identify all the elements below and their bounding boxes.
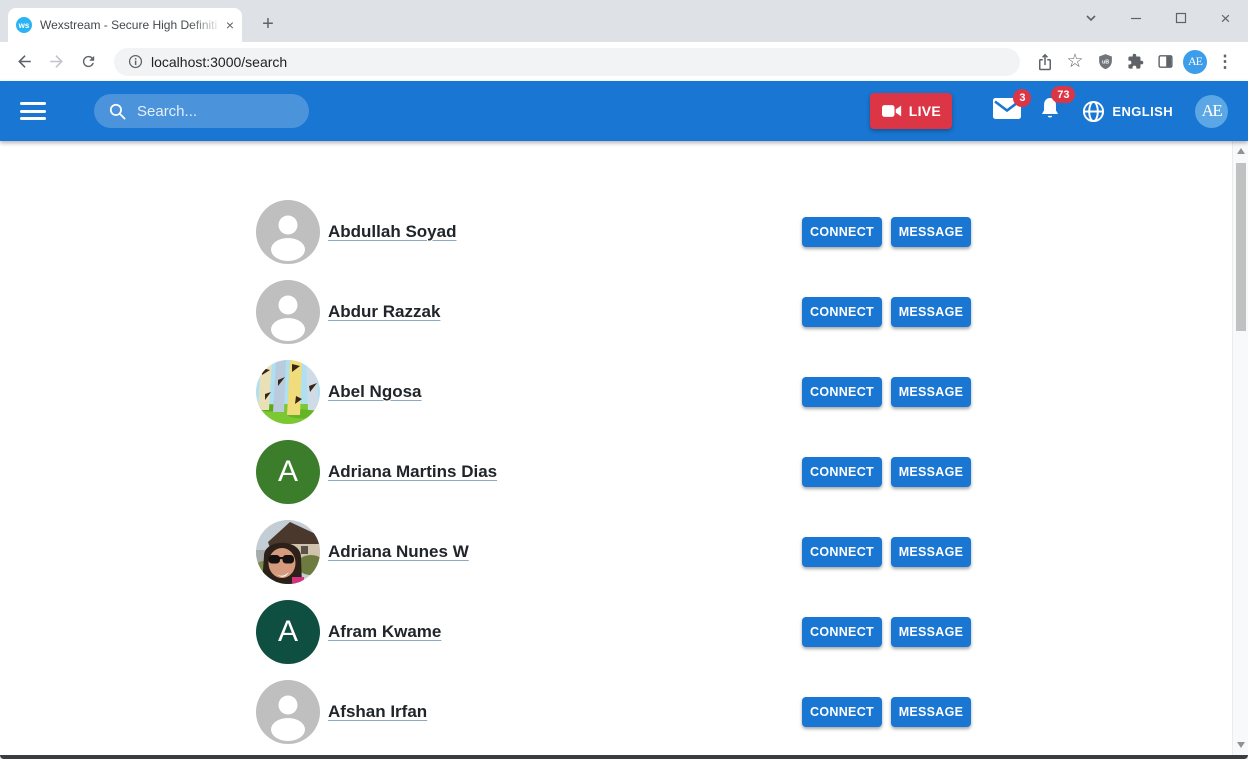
user-row: Abdur Razzak CONNECT MESSAGE	[256, 272, 971, 352]
message-button[interactable]: MESSAGE	[891, 297, 971, 327]
browser-window: ws Wexstream - Secure High Definiti × + …	[0, 0, 1248, 759]
browser-tab[interactable]: ws Wexstream - Secure High Definiti ×	[8, 8, 242, 42]
site-info-icon[interactable]	[128, 54, 143, 69]
app-header: LIVE 3 73 ENGLISH AE	[0, 81, 1248, 141]
user-row: Abel Ngosa CONNECT MESSAGE	[256, 352, 971, 432]
messages-button[interactable]: 3	[993, 89, 1032, 124]
user-name-link[interactable]: Abdullah Soyad	[328, 222, 456, 242]
tab-close-icon[interactable]: ×	[226, 18, 234, 32]
search-icon	[109, 103, 126, 119]
avatar-initial: A	[277, 455, 298, 488]
connect-button[interactable]: CONNECT	[802, 297, 882, 327]
tab-title: Wexstream - Secure High Definiti	[40, 18, 218, 32]
window-bottom-edge	[0, 755, 1248, 759]
user-avatar[interactable]	[256, 280, 320, 344]
user-name-link[interactable]: Abel Ngosa	[328, 382, 422, 402]
new-tab-button[interactable]: +	[254, 10, 282, 38]
user-avatar[interactable]	[256, 520, 320, 584]
message-button[interactable]: MESSAGE	[891, 377, 971, 407]
browser-menu-icon[interactable]: ⋮	[1210, 47, 1240, 77]
maximize-icon[interactable]	[1158, 0, 1203, 36]
default-person-avatar-icon	[256, 680, 320, 744]
globe-icon	[1083, 100, 1105, 122]
woman-sunglasses-avatar-photo	[256, 520, 320, 584]
scrollbar-thumb[interactable]	[1235, 163, 1246, 331]
connect-button[interactable]: CONNECT	[802, 377, 882, 407]
site-favicon: ws	[16, 17, 32, 33]
user-name-link[interactable]: Adriana Martins Dias	[328, 462, 497, 482]
minimize-icon[interactable]	[1113, 0, 1158, 36]
menu-hamburger-icon[interactable]	[20, 102, 46, 120]
user-row: Adriana Nunes W CONNECT MESSAGE	[256, 512, 971, 592]
avatar-initial: A	[277, 615, 298, 648]
user-menu-avatar[interactable]: AE	[1195, 94, 1228, 128]
browser-toolbar: localhost:3000/search ☆ uB AE ⋮	[0, 42, 1248, 81]
extensions-puzzle-icon[interactable]	[1120, 47, 1150, 77]
user-avatar[interactable]	[256, 360, 320, 424]
user-name-link[interactable]: Adriana Nunes W	[328, 542, 469, 562]
search-box[interactable]	[94, 94, 309, 128]
window-controls: ×	[1068, 0, 1248, 36]
mail-badge: 3	[1013, 89, 1032, 107]
browser-profile-avatar[interactable]: AE	[1180, 47, 1210, 77]
default-person-avatar-icon	[256, 200, 320, 264]
user-name-link[interactable]: Afshan Irfan	[328, 702, 427, 722]
close-window-icon[interactable]: ×	[1203, 0, 1248, 36]
user-avatar[interactable]	[256, 200, 320, 264]
message-button[interactable]: MESSAGE	[891, 697, 971, 727]
user-row: Abdullah Soyad CONNECT MESSAGE	[256, 192, 971, 272]
message-button[interactable]: MESSAGE	[891, 457, 971, 487]
user-avatar[interactable]: A	[256, 440, 320, 504]
user-name-link[interactable]: Abdur Razzak	[328, 302, 440, 322]
scroll-down-arrow[interactable]	[1233, 738, 1248, 752]
connect-button[interactable]: CONNECT	[802, 697, 882, 727]
tab-search-chevron-icon[interactable]	[1068, 0, 1113, 36]
default-person-avatar-icon	[256, 280, 320, 344]
url-text: localhost:3000/search	[151, 53, 288, 70]
live-button[interactable]: LIVE	[870, 93, 953, 129]
connect-button[interactable]: CONNECT	[802, 537, 882, 567]
video-camera-icon	[881, 105, 901, 117]
user-row: A Afram Kwame CONNECT MESSAGE	[256, 592, 971, 672]
live-label: LIVE	[908, 103, 942, 119]
connect-button[interactable]: CONNECT	[802, 617, 882, 647]
user-list: Abdullah Soyad CONNECT MESSAGE Abdur Raz…	[256, 192, 971, 752]
scrollbar[interactable]	[1232, 141, 1248, 755]
user-row: A Adriana Martins Dias CONNECT MESSAGE	[256, 432, 971, 512]
language-label: ENGLISH	[1112, 103, 1173, 119]
user-name-link[interactable]: Afram Kwame	[328, 622, 441, 642]
back-icon[interactable]	[8, 46, 40, 78]
message-button[interactable]: MESSAGE	[891, 217, 971, 247]
browser-titlebar: ws Wexstream - Secure High Definiti × + …	[0, 0, 1248, 42]
side-panel-icon[interactable]	[1150, 47, 1180, 77]
reload-icon[interactable]	[72, 46, 104, 78]
language-selector[interactable]: ENGLISH	[1082, 100, 1173, 123]
message-button[interactable]: MESSAGE	[891, 537, 971, 567]
user-avatar[interactable]	[256, 680, 320, 744]
message-button[interactable]: MESSAGE	[891, 617, 971, 647]
connect-button[interactable]: CONNECT	[802, 217, 882, 247]
address-bar[interactable]: localhost:3000/search	[114, 47, 1020, 76]
user-avatar[interactable]: A	[256, 600, 320, 664]
notification-badge: 73	[1051, 86, 1076, 103]
search-input[interactable]	[137, 102, 287, 120]
user-row: Afshan Irfan CONNECT MESSAGE	[256, 672, 971, 752]
share-icon[interactable]	[1030, 47, 1060, 77]
connect-button[interactable]: CONNECT	[802, 457, 882, 487]
adblock-shield-icon[interactable]: uB	[1090, 47, 1120, 77]
forward-icon[interactable]	[40, 46, 72, 78]
svg-text:uB: uB	[1101, 59, 1108, 65]
bookmark-star-icon[interactable]: ☆	[1060, 47, 1090, 77]
birch-trees-avatar-image	[256, 360, 320, 424]
scroll-up-arrow[interactable]	[1233, 144, 1248, 158]
notifications-button[interactable]: 73	[1039, 86, 1076, 126]
search-results: Abdullah Soyad CONNECT MESSAGE Abdur Raz…	[0, 141, 1248, 755]
